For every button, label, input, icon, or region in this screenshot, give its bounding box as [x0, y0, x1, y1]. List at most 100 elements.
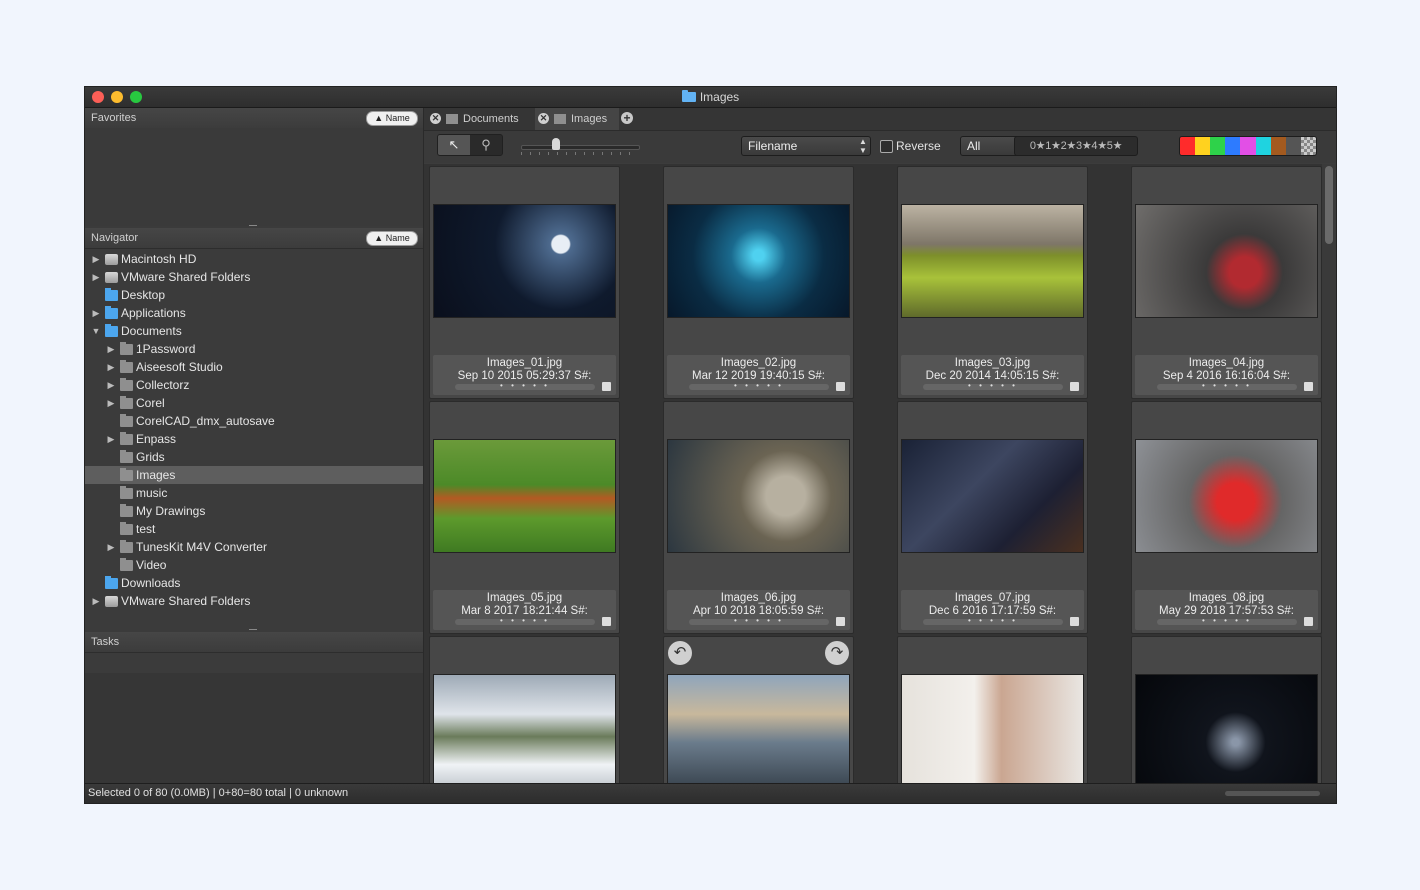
tree-item[interactable]: ▶ Aiseesoft Studio — [85, 358, 423, 376]
sort-by-select[interactable]: Filename ▲▼ — [741, 136, 871, 156]
add-tab-icon[interactable]: + — [621, 112, 633, 124]
navigator-sort-button[interactable]: ▲ Name — [366, 231, 418, 246]
tree-item[interactable]: ▶ VMware Shared Folders — [85, 592, 423, 610]
thumbnail-size-slider[interactable] — [521, 145, 640, 150]
thumbnail-card[interactable]: Images_05.jpg Mar 8 2017 18:21:44 S#: • • … — [429, 401, 620, 634]
favorites-sort-button[interactable]: ▲ Name — [366, 111, 418, 126]
star-rating[interactable]: • • • • • — [923, 617, 1063, 625]
color-swatch[interactable] — [1255, 137, 1271, 155]
disclosure-triangle-icon[interactable]: ▼ — [91, 322, 101, 340]
select-checkbox[interactable] — [1304, 382, 1313, 391]
thumbnail-image[interactable] — [668, 675, 849, 783]
tree-item[interactable]: ▶ VMware Shared Folders — [85, 268, 423, 286]
select-checkbox[interactable] — [836, 382, 845, 391]
favorites-list[interactable] — [85, 128, 423, 226]
thumbnail-image[interactable] — [1136, 205, 1317, 317]
thumbnail-card[interactable]: ↶ ↷ — [663, 636, 854, 783]
rating-filter[interactable]: 0★1★2★3★4★5★ — [1014, 136, 1138, 156]
disclosure-triangle-icon[interactable]: ▶ — [106, 376, 116, 394]
slider-thumb[interactable] — [552, 138, 561, 150]
disclosure-triangle-icon[interactable]: ▶ — [106, 394, 116, 412]
star-rating[interactable]: • • • • • — [689, 382, 829, 390]
disclosure-triangle-icon[interactable]: ▶ — [91, 592, 101, 610]
select-checkbox[interactable] — [602, 382, 611, 391]
vertical-scrollbar[interactable] — [1322, 164, 1336, 783]
color-swatch[interactable] — [1240, 137, 1256, 155]
tree-item[interactable]: Grids — [85, 448, 423, 466]
thumbnail-image[interactable] — [668, 440, 849, 552]
thumbnail-card[interactable] — [1131, 636, 1322, 783]
star-rating[interactable]: • • • • • — [455, 382, 595, 390]
thumbnail-card[interactable]: Images_07.jpg Dec 6 2016 17:17:59 S#: • • … — [897, 401, 1088, 634]
thumbnail-image[interactable] — [434, 675, 615, 783]
tree-item[interactable]: Images — [85, 466, 423, 484]
disclosure-triangle-icon[interactable]: ▶ — [106, 538, 116, 556]
disclosure-triangle-icon[interactable]: ▶ — [91, 268, 101, 286]
tab-documents[interactable]: ✕ Documents — [427, 108, 527, 130]
star-rating[interactable]: • • • • • — [689, 617, 829, 625]
tree-item[interactable]: CorelCAD_dmx_autosave — [85, 412, 423, 430]
tree-item[interactable]: Downloads — [85, 574, 423, 592]
rotate-right-icon[interactable]: ↷ — [825, 641, 849, 665]
no-color-swatch[interactable] — [1300, 137, 1316, 155]
thumbnail-card[interactable]: Images_04.jpg Sep 4 2016 16:16:04 S#: • • … — [1131, 166, 1322, 399]
tree-item[interactable]: ▶ Applications — [85, 304, 423, 322]
tree-item[interactable]: ▶ Enpass — [85, 430, 423, 448]
select-checkbox[interactable] — [1304, 617, 1313, 626]
scrollbar-thumb[interactable] — [1325, 166, 1333, 244]
tree-item[interactable]: ▶ Corel — [85, 394, 423, 412]
tree-item[interactable]: music — [85, 484, 423, 502]
star-rating[interactable]: • • • • • — [1157, 382, 1297, 390]
select-tool-icon[interactable]: ↖ — [438, 135, 470, 155]
thumbnail-image[interactable] — [902, 205, 1083, 317]
thumbnail-image[interactable] — [668, 205, 849, 317]
tab-images[interactable]: ✕ Images — [535, 108, 619, 130]
color-swatch[interactable] — [1225, 137, 1241, 155]
disclosure-triangle-icon[interactable]: ▶ — [91, 304, 101, 322]
tree-item[interactable]: ▶ Macintosh HD — [85, 250, 423, 268]
tree-item[interactable]: Desktop — [85, 286, 423, 304]
thumbnail-card[interactable]: Images_08.jpg May 29 2018 17:57:53 S#: • •… — [1131, 401, 1322, 634]
thumbnail-card[interactable]: Images_06.jpg Apr 10 2018 18:05:59 S#: • •… — [663, 401, 854, 634]
tab-close-icon[interactable]: ✕ — [430, 113, 441, 124]
disclosure-triangle-icon[interactable]: ▶ — [106, 340, 116, 358]
color-label-filter[interactable] — [1179, 136, 1317, 156]
tree-item[interactable]: ▶ Collectorz — [85, 376, 423, 394]
tree-item[interactable]: ▶ TunesKit M4V Converter — [85, 538, 423, 556]
tree-item[interactable]: Video — [85, 556, 423, 574]
thumbnail-image[interactable] — [902, 675, 1083, 783]
disclosure-triangle-icon[interactable]: ▶ — [91, 250, 101, 268]
star-rating[interactable]: • • • • • — [455, 617, 595, 625]
color-swatch[interactable] — [1195, 137, 1211, 155]
tree-item[interactable]: ▼ Documents — [85, 322, 423, 340]
thumbnail-card[interactable]: Images_03.jpg Dec 20 2014 14:05:15 S#: • •… — [897, 166, 1088, 399]
thumbnail-image[interactable] — [434, 440, 615, 552]
thumbnail-image[interactable] — [1136, 675, 1317, 783]
disclosure-triangle-icon[interactable]: ▶ — [106, 358, 116, 376]
color-swatch[interactable] — [1180, 137, 1196, 155]
thumbnail-image[interactable] — [434, 205, 615, 317]
horizontal-scrollbar[interactable] — [1225, 791, 1320, 796]
star-rating[interactable]: • • • • • — [1157, 617, 1297, 625]
thumbnail-card[interactable]: Images_01.jpg Sep 10 2015 05:29:37 S#: • •… — [429, 166, 620, 399]
tab-close-icon[interactable]: ✕ — [538, 113, 549, 124]
rotate-left-icon[interactable]: ↶ — [668, 641, 692, 665]
zoom-tool-icon[interactable]: ⚲ — [470, 135, 502, 155]
select-checkbox[interactable] — [602, 617, 611, 626]
tree-item[interactable]: test — [85, 520, 423, 538]
select-checkbox[interactable] — [1070, 617, 1079, 626]
reverse-checkbox[interactable] — [880, 140, 893, 153]
thumbnail-card[interactable] — [429, 636, 620, 783]
select-checkbox[interactable] — [1070, 382, 1079, 391]
thumbnail-image[interactable] — [902, 440, 1083, 552]
disclosure-triangle-icon[interactable]: ▶ — [106, 430, 116, 448]
tree-item[interactable]: My Drawings — [85, 502, 423, 520]
color-swatch[interactable] — [1210, 137, 1226, 155]
thumbnail-image[interactable] — [1136, 440, 1317, 552]
tree-item[interactable]: ▶ 1Password — [85, 340, 423, 358]
thumbnail-card[interactable] — [897, 636, 1088, 783]
star-rating[interactable]: • • • • • — [923, 382, 1063, 390]
select-checkbox[interactable] — [836, 617, 845, 626]
color-swatch[interactable] — [1285, 137, 1301, 155]
color-swatch[interactable] — [1270, 137, 1286, 155]
